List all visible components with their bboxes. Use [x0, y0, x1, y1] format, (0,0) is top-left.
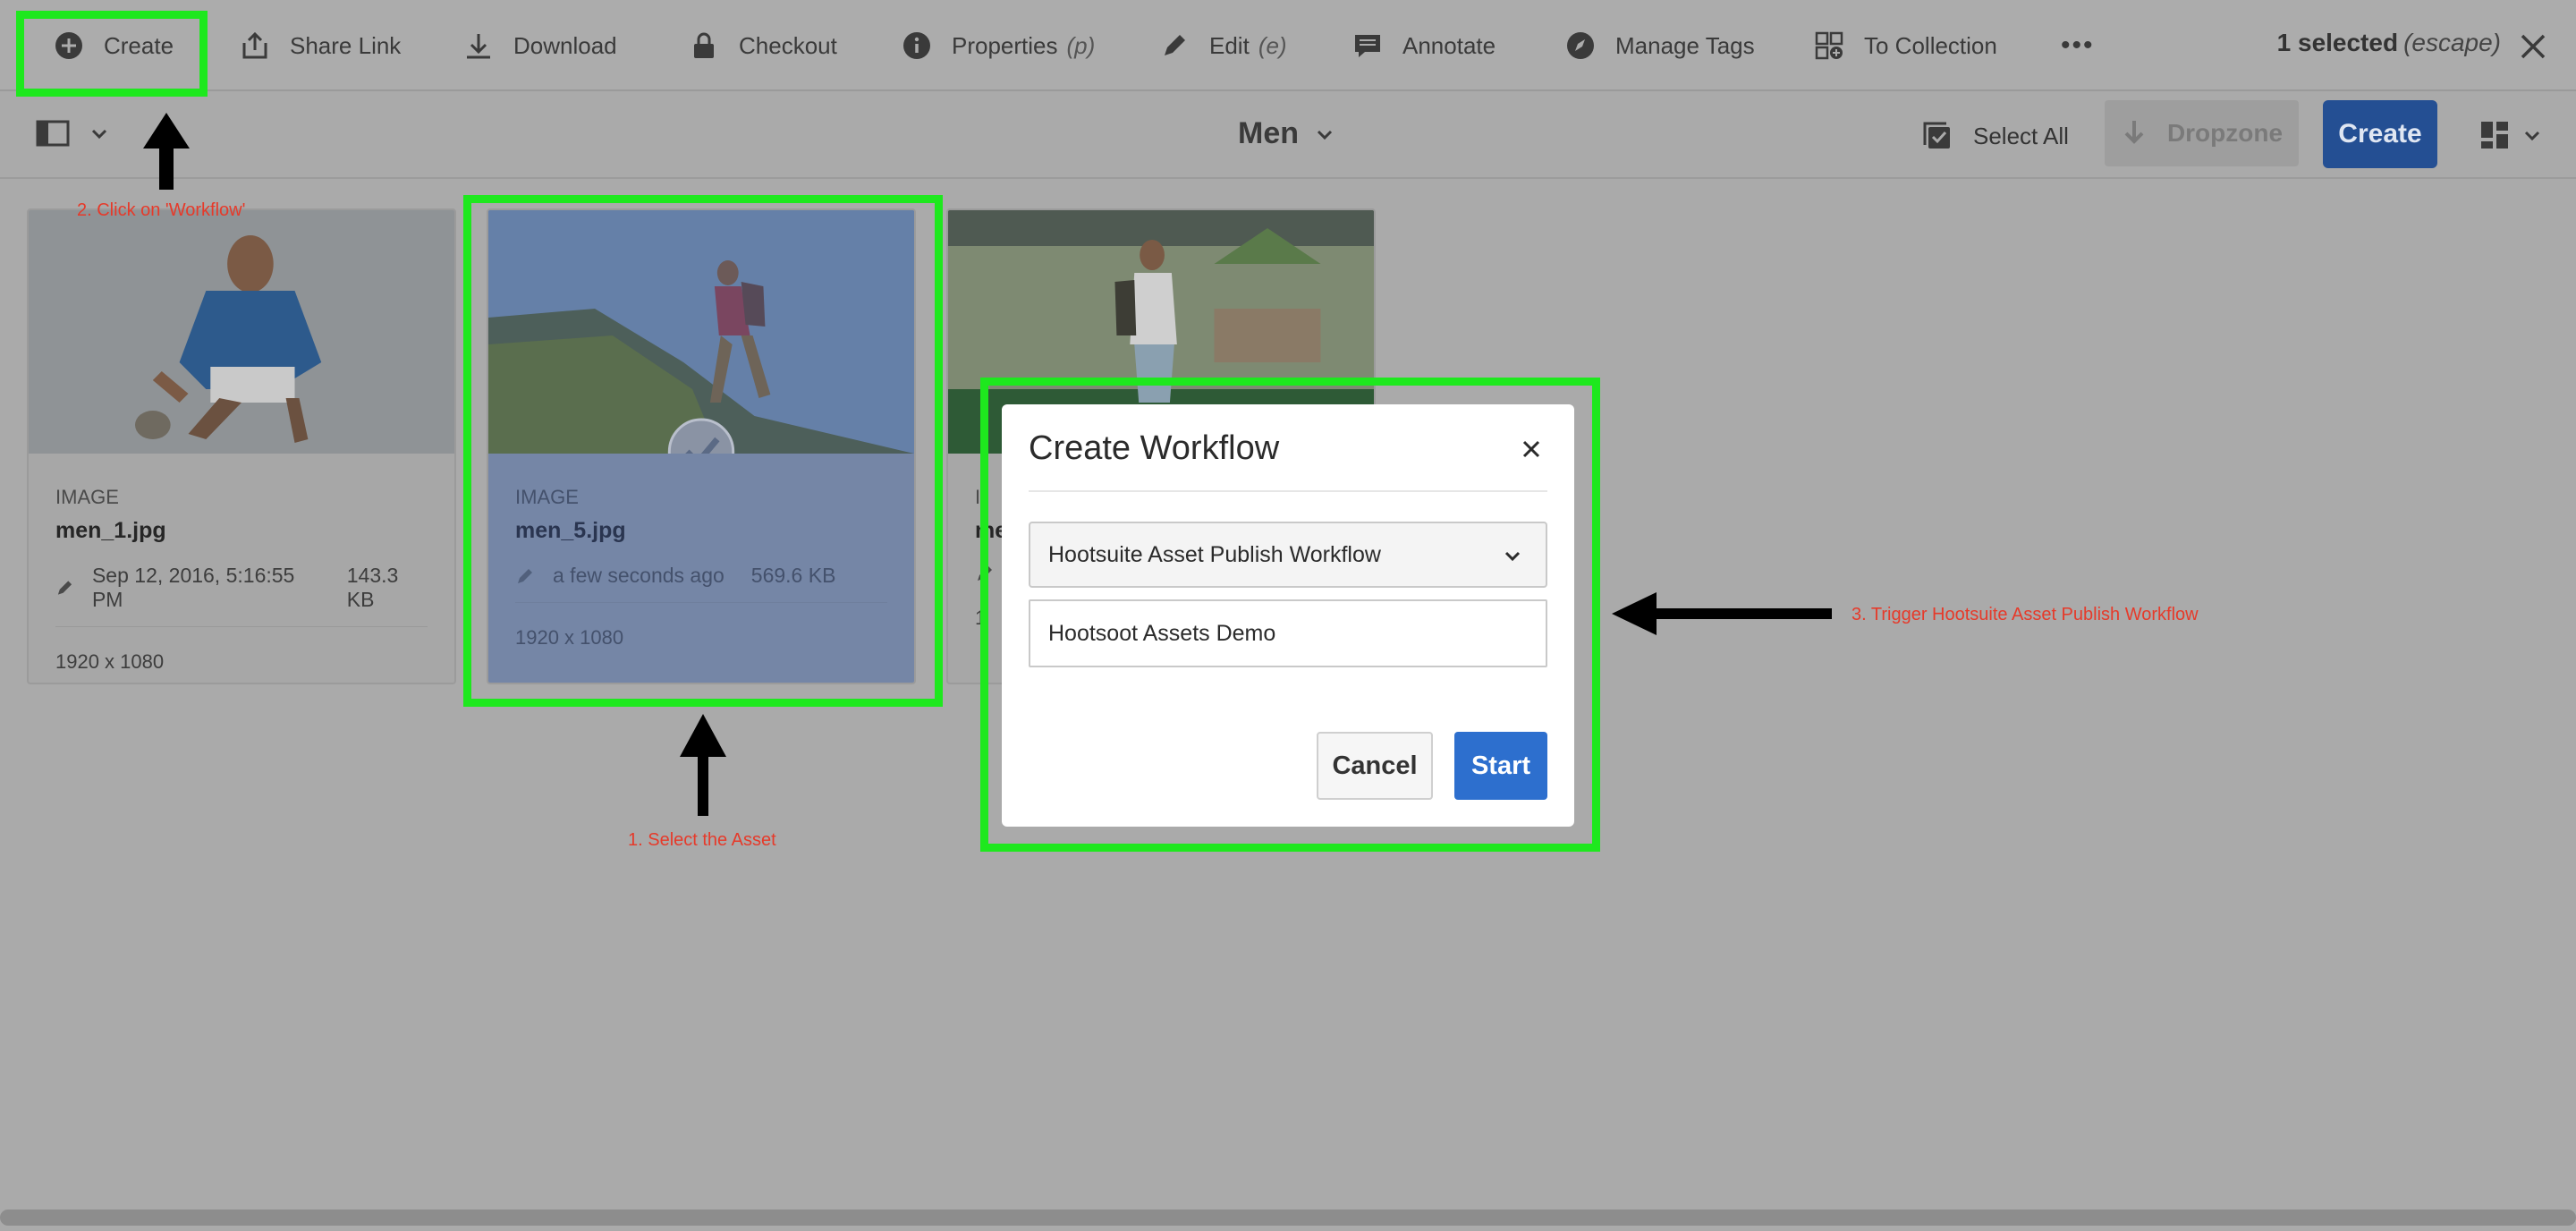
edit-label: Edit [1209, 31, 1250, 59]
properties-shortcut: (p) [1066, 31, 1096, 59]
selection-count: 1 selected (escape) [2277, 29, 2501, 57]
asset-thumbnail [29, 210, 454, 454]
share-link-action[interactable]: Share Link [240, 23, 401, 68]
download-icon [2124, 121, 2144, 144]
select-all-label: Select All [1973, 122, 2069, 149]
properties-label: Properties [952, 31, 1058, 59]
secondary-toolbar: Men Select All Dropzone Create [0, 91, 2576, 179]
close-icon[interactable] [1521, 438, 1542, 460]
info-icon [903, 32, 930, 59]
dialog-title: Create Workflow [1029, 429, 1280, 467]
selection-count-text: 1 selected [2276, 29, 2399, 56]
create-button[interactable]: Create [2323, 100, 2437, 168]
card-view-icon [2481, 122, 2508, 149]
rail-toggle[interactable] [36, 120, 109, 147]
sidebar-icon [36, 120, 70, 147]
annotation-step1: 1. Select the Asset [628, 830, 776, 850]
close-selection-icon[interactable] [2517, 30, 2549, 63]
more-actions-button[interactable]: ••• [2061, 23, 2095, 68]
view-switcher[interactable] [2479, 120, 2542, 150]
folder-title[interactable]: Men [1238, 116, 1335, 151]
asset-meta: IMAGE men_1.jpg Sep 12, 2016, 5:16:55 PM… [55, 486, 428, 674]
workflow-select[interactable]: Hootsuite Asset Publish Workflow [1029, 522, 1547, 588]
download-action[interactable]: Download [463, 23, 617, 68]
chevron-down-icon [1504, 551, 1521, 562]
annotation-step2: 2. Click on 'Workflow' [77, 200, 246, 220]
checkbox-icon [1923, 122, 1950, 149]
action-bar: Create Share Link Download Checkout Prop… [0, 0, 2576, 91]
edit-action[interactable]: Edit (e) [1159, 23, 1287, 68]
lock-icon [694, 32, 714, 58]
arrow-up-icon [143, 113, 190, 190]
selection-hint: (escape) [2403, 29, 2501, 56]
arrow-left-icon [1612, 592, 1832, 635]
collection-add-icon [1815, 31, 1843, 60]
workflow-title-value: Hootsoot Assets Demo [1048, 620, 1276, 646]
ellipsis-icon: ••• [2061, 30, 2095, 60]
workflow-title-input[interactable]: Hootsoot Assets Demo [1029, 599, 1547, 667]
dropzone-label: Dropzone [2166, 119, 2284, 147]
checkout-label: Checkout [739, 31, 837, 59]
asset-card[interactable]: IMAGE men_1.jpg Sep 12, 2016, 5:16:55 PM… [27, 208, 456, 684]
select-all-button[interactable]: Select All [1921, 120, 2069, 152]
asset-dimensions: 1920 x 1080 [55, 650, 165, 673]
pencil-icon [57, 581, 72, 595]
divider [55, 626, 428, 627]
manage-tags-action[interactable]: Manage Tags [1565, 23, 1755, 68]
pencil-icon [1165, 35, 1185, 55]
dropzone-button[interactable]: Dropzone [2105, 100, 2299, 166]
edit-shortcut: (e) [1258, 31, 1287, 59]
folder-name: Men [1238, 116, 1299, 150]
asset-modified-row: Sep 12, 2016, 5:16:55 PM 143.3 KB [55, 564, 428, 612]
annotate-action[interactable]: Annotate [1352, 23, 1496, 68]
highlight-create [16, 11, 208, 97]
asset-size: 143.3 KB [346, 564, 399, 611]
chevron-down-icon [1317, 130, 1333, 140]
checkout-action[interactable]: Checkout [689, 23, 837, 68]
share-icon [242, 31, 267, 59]
start-button[interactable]: Start [1454, 732, 1547, 800]
share-link-label: Share Link [290, 31, 402, 59]
annotate-label: Annotate [1402, 31, 1496, 59]
manage-tags-label: Manage Tags [1615, 31, 1755, 59]
asset-kind: IMAGE [55, 486, 119, 508]
properties-action[interactable]: Properties (p) [902, 23, 1095, 68]
chevron-down-icon [91, 129, 107, 140]
workflow-select-value: Hootsuite Asset Publish Workflow [1048, 541, 1381, 567]
arrow-up-icon [680, 714, 726, 816]
comment-icon [1355, 35, 1380, 57]
chevron-down-icon [2524, 131, 2540, 141]
asset-modified: Sep 12, 2016, 5:16:55 PM [91, 564, 295, 611]
to-collection-label: To Collection [1864, 31, 1997, 59]
dialog-divider [1029, 490, 1547, 492]
annotation-step3: 3. Trigger Hootsuite Asset Publish Workf… [1852, 605, 2199, 624]
to-collection-action[interactable]: To Collection [1814, 23, 1997, 68]
horizontal-scrollbar[interactable] [0, 1210, 2576, 1226]
download-label: Download [513, 31, 617, 59]
highlight-selected-asset [463, 195, 943, 707]
download-icon [467, 34, 490, 59]
tag-icon [1567, 32, 1594, 59]
asset-filename: men_1.jpg [55, 518, 166, 543]
cancel-button[interactable]: Cancel [1317, 732, 1433, 800]
create-workflow-dialog: Create Workflow Hootsuite Asset Publish … [1002, 404, 1574, 827]
